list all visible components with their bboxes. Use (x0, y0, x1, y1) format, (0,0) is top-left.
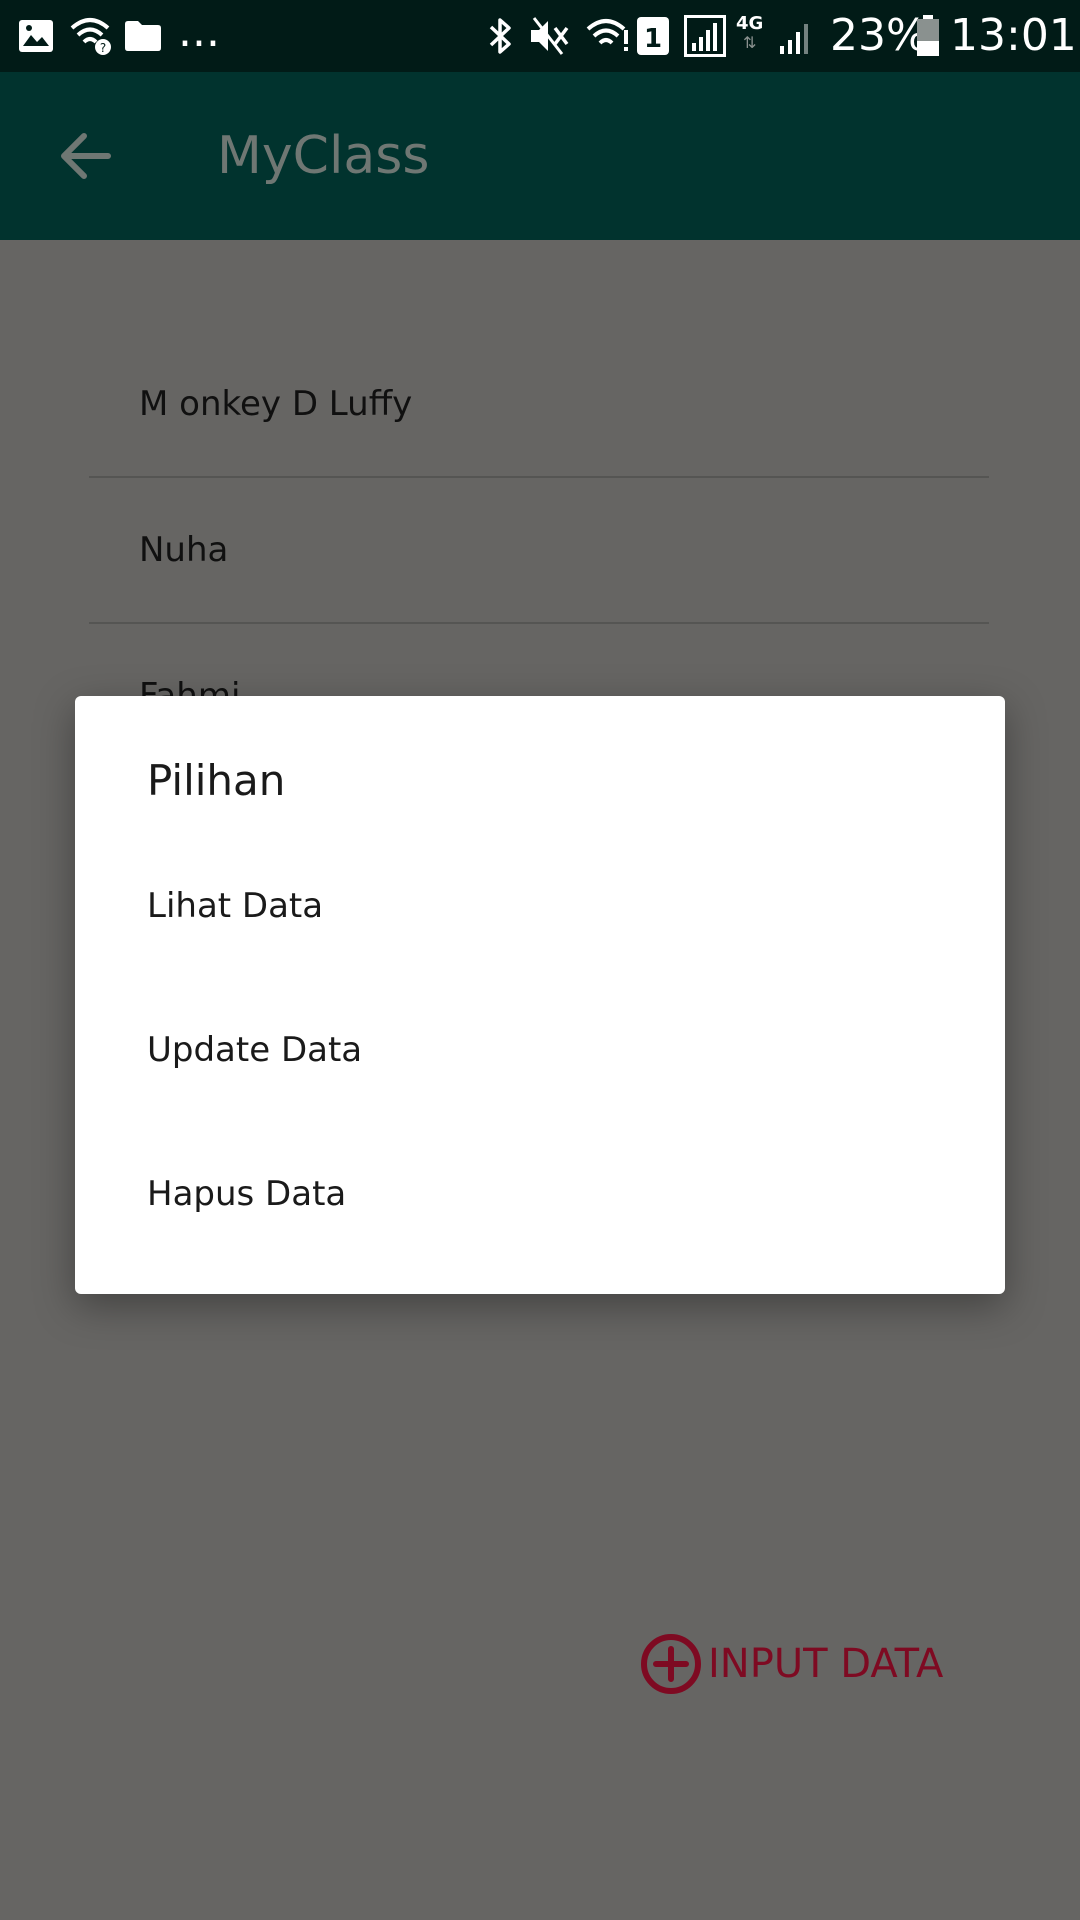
list-item-name: Nuha (139, 530, 229, 570)
app-title: MyClass (217, 126, 430, 186)
dialog-title: Pilihan (147, 756, 286, 805)
options-dialog: Pilihan Lihat Data Update Data Hapus Dat… (75, 696, 1005, 1294)
bluetooth-icon (488, 14, 514, 58)
network-type-indicator: 4G ⇅ (736, 13, 764, 52)
battery-percentage: 23% (830, 10, 928, 61)
dialog-option-hapus-data[interactable]: Hapus Data (75, 1124, 1005, 1268)
svg-text:?: ? (100, 41, 106, 55)
clock: 13:01 (950, 10, 1077, 61)
status-bar: ? ... 1 4G ⇅ 23% 13:01 (0, 0, 1080, 72)
list-item[interactable]: M onkey D Luffy (89, 330, 989, 478)
dialog-option-label: Hapus Data (147, 1174, 347, 1214)
mute-icon (528, 14, 572, 58)
folder-icon (124, 14, 162, 58)
signal-strength-icon (778, 14, 816, 58)
sim-badge: 1 (636, 14, 670, 58)
image-icon (18, 14, 54, 58)
signal-icon (684, 14, 726, 58)
svg-text:1: 1 (644, 24, 662, 54)
list-item-name: M onkey D Luffy (139, 384, 413, 424)
input-data-button[interactable]: INPUT DATA (640, 1633, 943, 1695)
wifi-icon (586, 14, 630, 58)
overflow-indicator: ... (178, 6, 220, 57)
back-arrow-icon[interactable] (56, 126, 116, 186)
dialog-option-label: Lihat Data (147, 886, 324, 926)
battery-icon (916, 14, 940, 58)
dialog-option-update-data[interactable]: Update Data (75, 980, 1005, 1124)
add-circle-icon (641, 1634, 701, 1694)
input-data-label: INPUT DATA (708, 1641, 944, 1687)
list-item[interactable]: Nuha (89, 476, 989, 624)
wifi-question-icon: ? (70, 14, 114, 58)
app-bar: MyClass (0, 72, 1080, 240)
dialog-option-label: Update Data (147, 1030, 363, 1070)
dialog-option-lihat-data[interactable]: Lihat Data (75, 836, 1005, 980)
